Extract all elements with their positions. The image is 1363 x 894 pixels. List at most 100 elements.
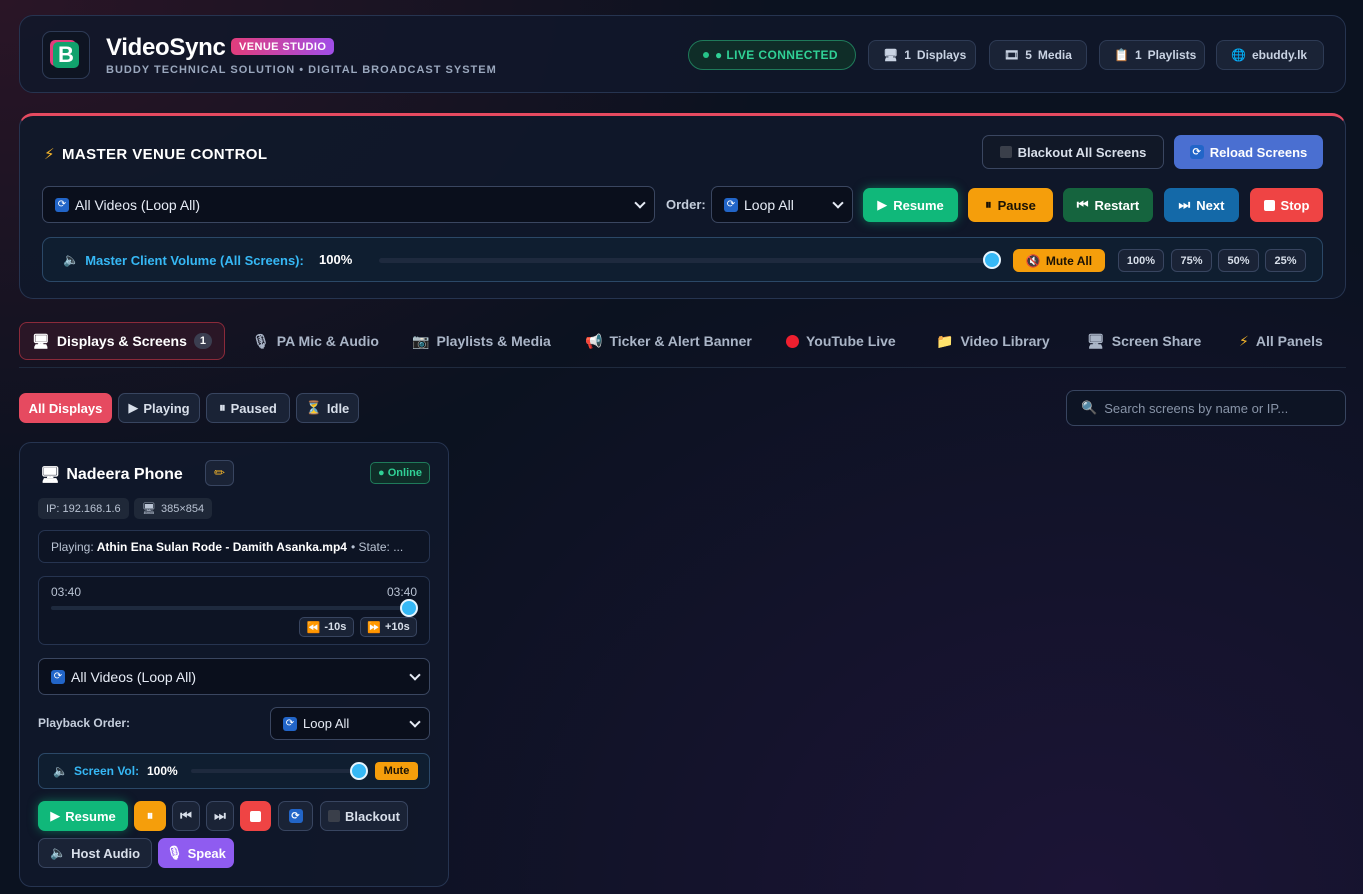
master-volume-thumb[interactable]: [983, 251, 1001, 269]
filter-paused-label: Paused: [230, 400, 277, 416]
reload-icon: ⟳: [288, 809, 303, 823]
search-input[interactable]: 🔍 Search screens by name or IP...: [1066, 390, 1346, 426]
screen-stop-button[interactable]: [240, 801, 271, 831]
chevron-down-icon: [634, 197, 646, 209]
filter-playing[interactable]: ▶ Playing: [118, 393, 200, 423]
master-stop-button[interactable]: Stop: [1250, 188, 1323, 222]
preset-75-button[interactable]: 75%: [1171, 249, 1212, 272]
clipboard-icon: 📋: [1114, 48, 1129, 62]
tab-pa-mic[interactable]: 🎙 PA Mic & Audio: [252, 322, 379, 360]
playback-order-label: Playback Order:: [38, 716, 131, 730]
forward-10s-button[interactable]: ⏩ +10s: [360, 617, 417, 637]
screen-volume-slider[interactable]: [191, 769, 359, 773]
monitor-icon: 🖥: [32, 332, 50, 349]
preset-50-button[interactable]: 50%: [1218, 249, 1259, 272]
tab-library-label: Video Library: [960, 333, 1050, 349]
filter-all-displays[interactable]: All Displays: [19, 393, 112, 423]
tab-displays[interactable]: 🖥 Displays & Screens 1: [19, 322, 225, 360]
screen-volume-thumb[interactable]: [350, 762, 368, 780]
preset-100-button[interactable]: 100%: [1118, 249, 1164, 272]
master-playlist-select[interactable]: ⟳ All Videos (Loop All): [42, 186, 655, 223]
blackout-all-button[interactable]: Blackout All Screens: [982, 135, 1164, 169]
seek-slider[interactable]: [51, 606, 409, 610]
restart-icon: ⏮: [1076, 197, 1089, 212]
master-volume-slider[interactable]: [379, 258, 992, 263]
screen-mute-button[interactable]: Mute: [375, 762, 418, 780]
play-icon: ▶: [128, 400, 139, 415]
screen-volume-label: 🔈 Screen Vol:: [53, 764, 139, 778]
rewind-10s-button[interactable]: ⏪ -10s: [299, 617, 354, 637]
master-next-button[interactable]: ⏭ Next: [1164, 188, 1239, 222]
filter-idle-label: Idle: [326, 400, 350, 416]
screen-order-select[interactable]: ⟳ Loop All: [270, 707, 430, 740]
time-current: 03:40: [51, 585, 82, 599]
rewind-label: -10s: [324, 621, 347, 633]
bolt-icon: ⚡: [1239, 332, 1249, 349]
domain-text: ebuddy.lk: [1251, 48, 1308, 62]
seek-thumb[interactable]: [400, 599, 418, 617]
filter-idle[interactable]: ⏳ Idle: [296, 393, 359, 423]
reload-screens-button[interactable]: ⟳ Reload Screens: [1174, 135, 1323, 169]
tab-displays-label: Displays & Screens: [56, 333, 187, 349]
screen-reload-button[interactable]: ⟳: [278, 801, 313, 831]
edit-name-button[interactable]: ✏: [205, 460, 234, 486]
tab-playlists[interactable]: 📷 Playlists & Media: [412, 322, 551, 360]
screen-restart-button[interactable]: ⏮: [172, 801, 200, 831]
mute-all-button[interactable]: 🔇 Mute All: [1013, 249, 1105, 272]
monitor-icon: 🖥: [40, 467, 61, 484]
camera-icon: 📷: [412, 332, 430, 349]
playing-file: Athin Ena Sulan Rode - Damith Asanka.mp4: [96, 539, 347, 554]
screen-playlist-value: All Videos (Loop All): [71, 668, 197, 685]
seek-panel: 03:40 03:40 ⏪ -10s ⏩ +10s: [38, 576, 430, 645]
restart-icon: ⏮: [180, 808, 192, 823]
master-restart-button[interactable]: ⏮ Restart: [1063, 188, 1153, 222]
host-audio-label: Host Audio: [71, 845, 141, 861]
master-title-text: MASTER VENUE CONTROL: [61, 145, 268, 163]
master-venue-control: ⚡ MASTER VENUE CONTROL Blackout All Scre…: [19, 113, 1346, 299]
live-dot-icon: [703, 52, 709, 58]
speak-button[interactable]: 🎙 Speak: [158, 838, 234, 868]
tab-video-library[interactable]: 📁 Video Library: [936, 322, 1050, 360]
mute-all-label: Mute All: [1045, 253, 1093, 268]
microphone-icon: 🎙: [166, 845, 183, 860]
playlists-stat-pill[interactable]: 📋 1 Playlists: [1099, 40, 1205, 70]
master-order-select[interactable]: ⟳ Loop All: [711, 186, 853, 223]
master-volume-value: 100%: [319, 252, 353, 267]
master-resume-button[interactable]: ▶ Resume: [863, 188, 958, 222]
tab-screen-share[interactable]: 🖥 Screen Share: [1087, 322, 1201, 360]
rewind-icon: ⏪: [306, 621, 321, 634]
resolution-chip: 🖥 385×854: [134, 498, 213, 519]
screen-blackout-button[interactable]: Blackout: [320, 801, 408, 831]
tab-youtube-label: YouTube Live: [806, 333, 896, 349]
preset-25-button[interactable]: 25%: [1265, 249, 1306, 272]
domain-pill[interactable]: 🌐 ebuddy.lk: [1216, 40, 1324, 70]
tab-allpanels-label: All Panels: [1255, 333, 1323, 349]
tab-all-panels[interactable]: ⚡ All Panels: [1239, 322, 1323, 360]
media-stat-pill[interactable]: 🎞 5 Media: [989, 40, 1087, 70]
screen-next-button[interactable]: ⏭: [206, 801, 234, 831]
loop-icon: ⟳: [51, 669, 65, 684]
search-placeholder: Search screens by name or IP...: [1104, 400, 1289, 416]
black-square-icon: [328, 810, 341, 822]
next-icon: ⏭: [1178, 197, 1191, 212]
master-pause-button[interactable]: ⏸ Pause: [968, 188, 1053, 222]
screen-volume-value: 100%: [147, 764, 178, 778]
filter-playing-label: Playing: [143, 400, 190, 416]
screen-playlist-select[interactable]: ⟳ All Videos (Loop All): [38, 658, 430, 695]
host-audio-button[interactable]: 🔈 Host Audio: [38, 838, 152, 868]
app-header: B VideoSync VENUE STUDIO BUDDY TECHNICAL…: [19, 15, 1346, 93]
displays-stat-pill[interactable]: 🖥 1 Displays: [868, 40, 976, 70]
loop-icon: ⟳: [55, 197, 69, 212]
tab-ticker[interactable]: 📢 Ticker & Alert Banner: [585, 322, 752, 360]
state-text: • State: ...: [350, 539, 404, 554]
online-status-badge: ● Online: [370, 462, 430, 484]
live-status-pill: ● LIVE CONNECTED: [688, 40, 856, 70]
tab-youtube-live[interactable]: YouTube Live: [786, 322, 896, 360]
displays-label: Displays: [916, 48, 967, 62]
filter-paused[interactable]: ⏸ Paused: [206, 393, 290, 423]
chevron-down-icon: [832, 197, 844, 209]
screen-resume-button[interactable]: ▶ Resume: [38, 801, 128, 831]
venue-studio-badge: VENUE STUDIO: [231, 38, 335, 55]
globe-icon: 🌐: [1231, 48, 1246, 62]
screen-pause-button[interactable]: ⏸: [134, 801, 166, 831]
